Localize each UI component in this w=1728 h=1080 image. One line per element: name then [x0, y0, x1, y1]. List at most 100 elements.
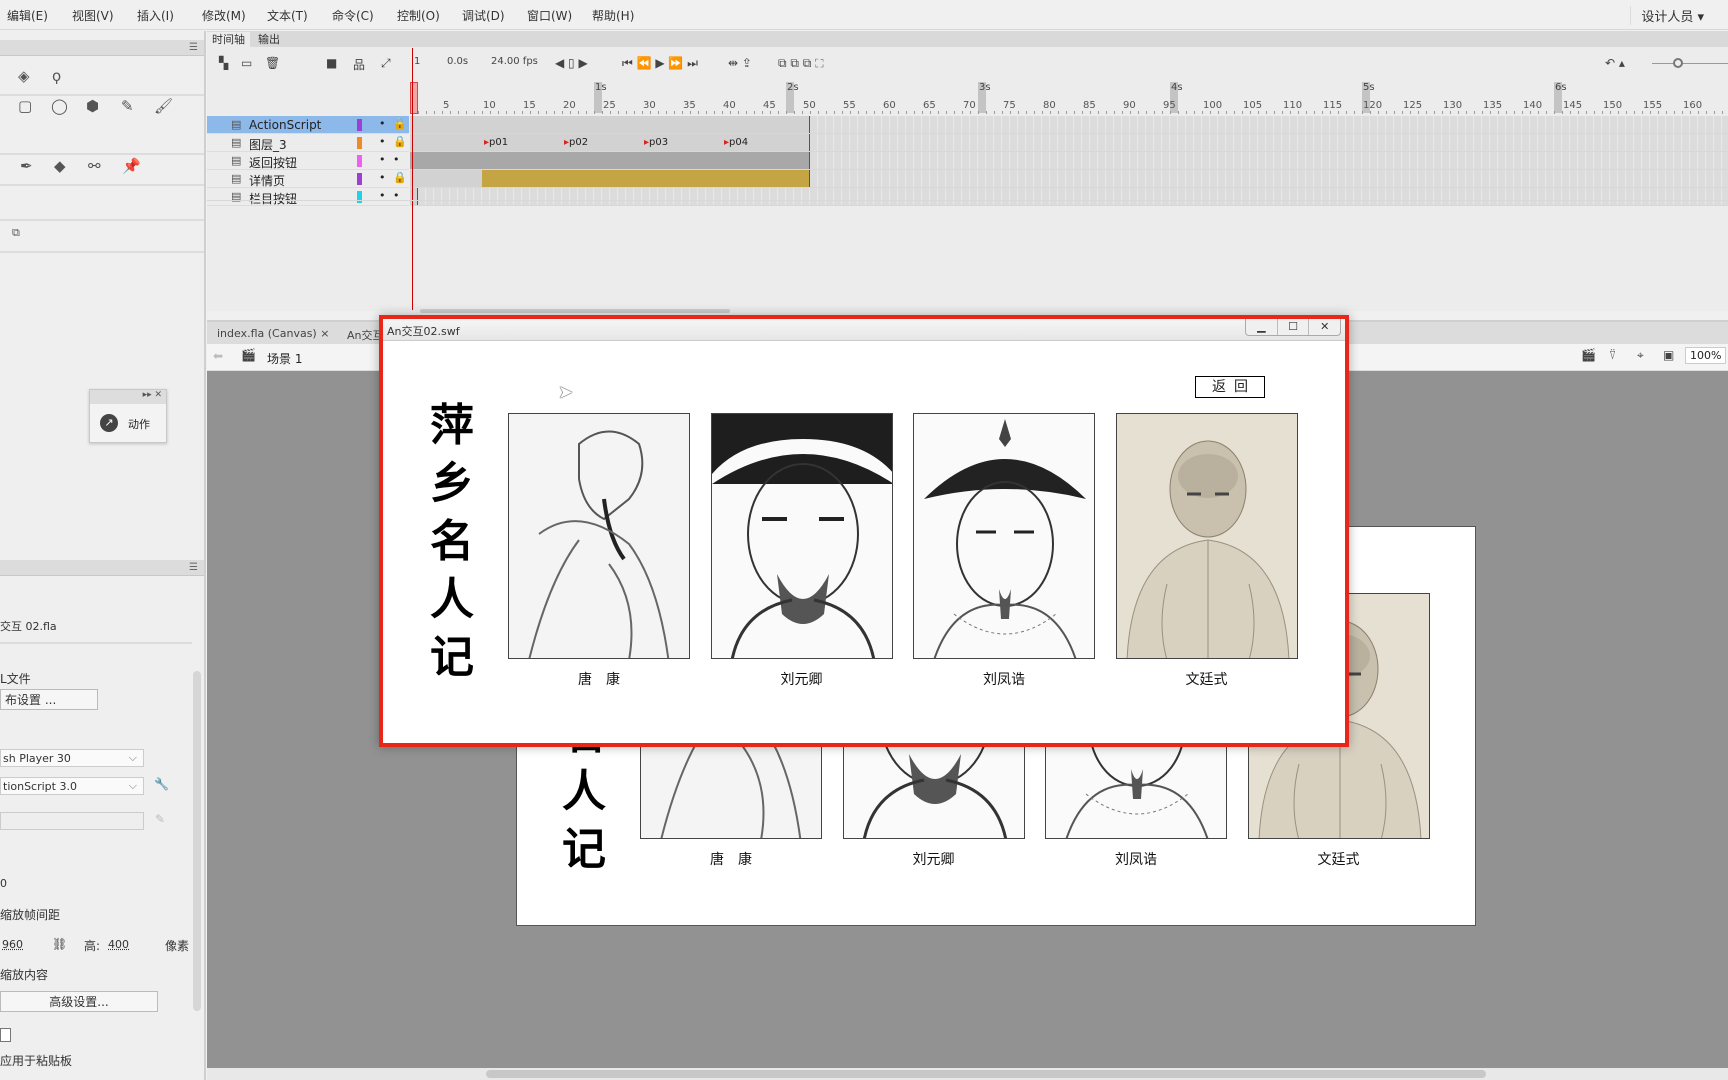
layer-name[interactable]: 栏目按钮 [249, 190, 297, 207]
new-layer-icon[interactable]: ▚ [219, 56, 228, 70]
layer-name[interactable]: ActionScript [249, 118, 321, 132]
portrait-name[interactable]: 唐 康 [640, 849, 822, 869]
portrait-name[interactable]: 刘元卿 [843, 849, 1025, 869]
frame-label[interactable]: ▸p01 [484, 137, 508, 148]
menu-item[interactable]: 帮助(H) [592, 7, 634, 24]
layer-row[interactable]: ▤ 图层_3 • 🔒 [207, 134, 409, 152]
brush-icon[interactable]: 🖌 [154, 97, 173, 115]
scrollbar-thumb[interactable] [486, 1070, 1486, 1078]
frame-span[interactable] [410, 116, 810, 133]
edit-symbol-icon[interactable]: ⍢ [1609, 348, 1616, 363]
edit-scene-icon[interactable]: 🎬 [1581, 348, 1596, 362]
portrait-name[interactable]: 唐 康 [508, 669, 690, 689]
center-stage-icon[interactable]: ⌖ [1637, 348, 1644, 363]
tab-timeline[interactable]: 时间轴 [207, 32, 250, 47]
layer-name[interactable]: 返回按钮 [249, 154, 297, 171]
current-frame[interactable]: 1 [414, 56, 420, 67]
visibility-dot[interactable]: • [379, 135, 386, 148]
current-time[interactable]: 0.0s [447, 56, 468, 67]
reset-icon[interactable]: ↶ ▴ [1605, 56, 1625, 70]
frame-label[interactable]: ▸p03 [644, 137, 668, 148]
oval-tool-icon[interactable]: ◯ [51, 97, 68, 115]
wrench-icon[interactable]: 🔧 [154, 777, 169, 791]
portrait-name[interactable]: 文廷式 [1116, 669, 1298, 689]
portrait-image[interactable] [1115, 413, 1298, 659]
delete-layer-icon[interactable]: 🗑 [265, 56, 280, 70]
unlocked-dot[interactable]: • [393, 153, 400, 166]
menu-item[interactable]: 文本(T) [267, 7, 308, 24]
script-select[interactable]: tionScript 3.0 ⌵ [0, 777, 144, 795]
playback-controls-icon[interactable]: ⏮ ⏪ ▶ ⏩ ⏭ [622, 56, 698, 71]
motion-tween[interactable] [482, 170, 810, 187]
visibility-dot[interactable]: • [379, 153, 386, 166]
frame-zoom-slider[interactable] [1652, 63, 1728, 64]
layer-frames[interactable] [410, 188, 1728, 206]
publish-settings-button[interactable]: 布设置 ... [0, 689, 98, 710]
back-arrow-icon[interactable]: ⬅ [213, 349, 223, 363]
lasso-icon[interactable]: ϙ [52, 67, 61, 85]
menu-item[interactable]: 窗口(W) [527, 7, 572, 24]
stage-width-value[interactable]: 960 [2, 938, 23, 951]
layer-color[interactable] [357, 155, 362, 167]
pin-icon[interactable]: 📌 [122, 157, 141, 175]
minimize-button[interactable]: ▁ [1246, 319, 1277, 335]
layer-frames[interactable] [410, 170, 1728, 188]
edit-pencil-icon[interactable]: ✎ [155, 812, 165, 826]
visibility-dot[interactable]: • [379, 117, 386, 130]
menu-item[interactable]: 编辑(E) [7, 7, 48, 24]
layer-color[interactable] [357, 191, 362, 203]
camera-icon[interactable]: ■ [326, 56, 337, 70]
layer-color[interactable] [357, 119, 362, 131]
portrait-name[interactable]: 刘元卿 [711, 669, 893, 689]
menu-item[interactable]: 调试(D) [462, 7, 505, 24]
portrait-image[interactable] [710, 413, 893, 659]
bone-tool-icon[interactable]: ⚯ [88, 157, 101, 175]
zoom-field[interactable]: 100% [1685, 347, 1727, 364]
portrait-name[interactable]: 刘凤诰 [913, 669, 1095, 689]
layer-color[interactable] [357, 173, 362, 185]
layer-frames[interactable]: ▸p01 ▸p02 ▸p03 ▸p04 [410, 134, 1728, 152]
scene-label[interactable]: 场景 1 [267, 350, 302, 367]
portrait-name[interactable]: 文廷式 [1248, 849, 1430, 869]
layer-frames[interactable] [410, 116, 1728, 134]
tab-index-fla[interactable]: index.fla (Canvas) × [217, 327, 329, 340]
menu-item[interactable]: 控制(O) [397, 7, 440, 24]
loop-icon[interactable]: ⇹ ⇪ [728, 56, 752, 70]
layer-parenting-icon[interactable]: 品 [353, 56, 365, 73]
clip-icon[interactable]: ▣ [1663, 348, 1674, 362]
lock-icon[interactable]: 🔒 [393, 135, 407, 148]
frame-span[interactable] [410, 152, 810, 169]
visibility-dot[interactable]: • [379, 171, 386, 184]
menu-item[interactable]: 视图(V) [72, 7, 114, 24]
layer-row[interactable]: ▤ ActionScript • 🔒 [207, 116, 409, 134]
lock-icon[interactable]: 🔒 [393, 117, 407, 130]
layer-row[interactable]: ▤ 返回按钮 • • [207, 152, 409, 170]
onion-skin-icon[interactable]: ⧉ ⧉ ⧉ ⛶ [778, 56, 824, 71]
timeline-scrollbar[interactable] [420, 309, 730, 313]
frame-span[interactable] [410, 134, 810, 151]
layer-row[interactable]: ▤ 栏目按钮 • • [207, 188, 409, 206]
menu-item[interactable]: 插入(I) [137, 7, 174, 24]
frame-label[interactable]: ▸p02 [564, 137, 588, 148]
eraser-icon[interactable]: ◆ [54, 157, 66, 175]
maximize-button[interactable]: ☐ [1276, 319, 1309, 335]
pencil-icon[interactable]: ✎ [121, 97, 134, 115]
class-input[interactable] [0, 812, 144, 830]
workspace-switcher[interactable]: 设计人员 ▾ [1630, 6, 1704, 25]
graph-icon[interactable]: ⤢ [381, 56, 391, 71]
tab-output[interactable]: 输出 [253, 32, 285, 47]
polygon-tool-icon[interactable]: ⬢ [86, 97, 99, 115]
stage-height-value[interactable]: 400 [108, 938, 129, 951]
fps-value[interactable]: 0 [0, 877, 7, 890]
checkbox[interactable] [0, 1028, 11, 1042]
advanced-settings-button[interactable]: 高级设置... [0, 991, 158, 1012]
menu-item[interactable]: 修改(M) [202, 7, 246, 24]
layer-row[interactable]: ▤ 详情页 • 🔒 [207, 170, 409, 188]
link-dimensions-icon[interactable]: ⛓ [52, 937, 67, 951]
layer-frames[interactable] [410, 152, 1728, 170]
lock-icon[interactable]: 🔒 [393, 171, 407, 184]
slider-handle[interactable] [1673, 58, 1683, 68]
portrait-image[interactable] [508, 413, 690, 659]
properties-scrollbar[interactable] [193, 671, 201, 1011]
actions-floating-panel[interactable]: ▸▸ ✕ ↗ 动作 [89, 389, 167, 443]
